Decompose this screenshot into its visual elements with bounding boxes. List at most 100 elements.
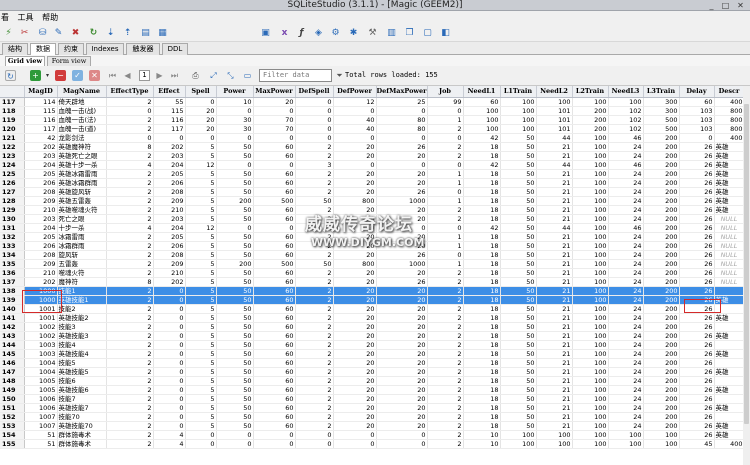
table-cell[interactable]: 500 bbox=[253, 196, 296, 206]
table-row[interactable]: 134 208 旋风斩 2 208 5 50 60 2 20 26 0 18 50 21 100 24 200 26… bbox=[0, 250, 750, 260]
table-cell[interactable]: 100 bbox=[500, 106, 537, 116]
table-cell[interactable]: 英雄 bbox=[714, 142, 745, 152]
table-cell[interactable]: 100 bbox=[572, 304, 609, 314]
table-cell[interactable]: 5 bbox=[185, 286, 217, 296]
table-cell[interactable]: 50 bbox=[500, 304, 537, 314]
table-cell[interactable]: 1 bbox=[427, 178, 464, 188]
column-header[interactable]: L3Train bbox=[643, 86, 680, 98]
table-cell[interactable]: 1 bbox=[427, 196, 464, 206]
table-cell[interactable]: 51 bbox=[24, 439, 58, 449]
table-cell[interactable]: 26 bbox=[679, 340, 715, 350]
row-number-cell[interactable]: 143 bbox=[0, 331, 25, 341]
table-cell[interactable]: 4 bbox=[106, 160, 154, 170]
table-cell[interactable]: 100 bbox=[572, 142, 609, 152]
tab-ddl[interactable]: DDL bbox=[162, 43, 188, 55]
column-header[interactable]: MagID bbox=[24, 86, 58, 98]
table-cell[interactable]: 205 bbox=[153, 169, 186, 179]
table-cell[interactable]: 18 bbox=[463, 250, 501, 260]
table-cell[interactable]: 12 bbox=[185, 223, 217, 233]
table-cell[interactable]: 100 bbox=[572, 385, 609, 395]
table-cell[interactable]: 英雄 bbox=[714, 331, 745, 341]
table-cell[interactable]: 2 bbox=[427, 358, 464, 368]
table-cell[interactable]: 60 bbox=[253, 286, 296, 296]
table-cell[interactable]: 204 bbox=[24, 223, 58, 233]
table-cell[interactable]: 60 bbox=[253, 241, 296, 251]
filter-mode-icon[interactable]: ⤡ bbox=[225, 70, 236, 81]
table-cell[interactable]: 26 bbox=[679, 358, 715, 368]
table-cell[interactable]: 26 bbox=[679, 313, 715, 323]
table-cell[interactable]: 0 bbox=[333, 106, 377, 116]
table-cell[interactable]: 2 bbox=[106, 295, 154, 305]
table-cell[interactable]: 100 bbox=[572, 403, 609, 413]
table-cell[interactable]: 0 bbox=[333, 160, 377, 170]
table-cell[interactable]: 50 bbox=[500, 268, 537, 278]
table-cell[interactable]: 2 bbox=[106, 178, 154, 188]
table-cell[interactable]: 24 bbox=[608, 358, 644, 368]
table-cell[interactable]: 0 bbox=[333, 439, 377, 449]
table-cell[interactable]: 208 bbox=[153, 187, 186, 197]
table-cell[interactable]: 8 bbox=[106, 277, 154, 287]
table-cell[interactable]: 5 bbox=[185, 277, 217, 287]
table-cell[interactable]: 21 bbox=[536, 151, 573, 161]
table-cell[interactable]: 18 bbox=[463, 421, 501, 431]
table-cell[interactable]: 200 bbox=[643, 322, 680, 332]
table-cell[interactable]: 20 bbox=[376, 394, 428, 404]
table-cell[interactable]: 26 bbox=[679, 151, 715, 161]
table-cell[interactable]: 4 bbox=[106, 223, 154, 233]
table-cell[interactable]: 100 bbox=[572, 151, 609, 161]
last-page-icon[interactable]: ⏭ bbox=[169, 70, 180, 81]
table-cell[interactable]: 24 bbox=[608, 385, 644, 395]
table-cell[interactable]: 21 bbox=[536, 340, 573, 350]
table-cell[interactable]: 50 bbox=[500, 385, 537, 395]
table-cell[interactable]: 30 bbox=[216, 115, 254, 125]
table-cell[interactable]: 100 bbox=[572, 439, 609, 449]
table-cell[interactable]: 200 bbox=[643, 205, 680, 215]
table-cell[interactable]: 2 bbox=[106, 115, 154, 125]
table-cell[interactable]: 1003 bbox=[24, 340, 58, 350]
table-cell[interactable]: 24 bbox=[608, 169, 644, 179]
table-cell[interactable]: 20 bbox=[376, 169, 428, 179]
table-cell[interactable]: 26 bbox=[679, 169, 715, 179]
table-cell[interactable]: 60 bbox=[253, 376, 296, 386]
table-cell[interactable]: 60 bbox=[253, 304, 296, 314]
table-cell[interactable]: 20 bbox=[376, 313, 428, 323]
table-cell[interactable]: 1 bbox=[427, 232, 464, 242]
next-page-icon[interactable]: ▶ bbox=[154, 70, 165, 81]
row-number-cell[interactable]: 122 bbox=[0, 142, 25, 152]
table-cell[interactable]: 2 bbox=[106, 169, 154, 179]
table-cell[interactable]: 100 bbox=[572, 412, 609, 422]
table-cell[interactable]: 2 bbox=[106, 268, 154, 278]
table-cell[interactable]: 50 bbox=[216, 403, 254, 413]
table-cell[interactable]: 51 bbox=[24, 430, 58, 440]
row-number-cell[interactable]: 125 bbox=[0, 169, 25, 179]
table-cell[interactable]: 21 bbox=[536, 169, 573, 179]
window-cascade-icon[interactable]: ❐ bbox=[404, 28, 415, 39]
table-cell[interactable]: 100 bbox=[572, 223, 609, 233]
table-cell[interactable]: 100 bbox=[572, 259, 609, 269]
table-cell[interactable]: 50 bbox=[500, 214, 537, 224]
table-cell[interactable]: 100 bbox=[608, 97, 644, 107]
table-cell[interactable]: 200 bbox=[643, 268, 680, 278]
table-row[interactable]: 123 203 英雄死亡之眼 2 203 5 50 60 2 20 20 2 18 50 21 100 24 20… bbox=[0, 151, 750, 161]
table-cell[interactable]: 0 bbox=[253, 439, 296, 449]
row-number-cell[interactable]: 133 bbox=[0, 241, 25, 251]
row-number-cell[interactable]: 142 bbox=[0, 322, 25, 332]
column-header[interactable]: DefSpell bbox=[295, 86, 334, 98]
table-row[interactable]: 127 208 英雄旋风斩 2 208 5 50 60 2 20 26 0 18 50 21 100 24 200… bbox=[0, 187, 750, 197]
insert-row-icon[interactable]: + bbox=[30, 70, 41, 81]
table-cell[interactable]: 24 bbox=[608, 403, 644, 413]
tab-constraints[interactable]: 约束 bbox=[58, 43, 84, 55]
table-row[interactable]: 155 51 群体施毒术 2 4 0 0 0 0 0 0 2 10 100 100 100 100 100 45 40… bbox=[0, 439, 750, 449]
table-cell[interactable]: 2 bbox=[427, 151, 464, 161]
table-cell[interactable]: 技能6 bbox=[57, 376, 107, 386]
table-cell[interactable]: 206 bbox=[153, 178, 186, 188]
table-cell[interactable]: 5 bbox=[185, 412, 217, 422]
table-cell[interactable]: 2 bbox=[427, 331, 464, 341]
table-cell[interactable]: 20 bbox=[185, 115, 217, 125]
table-cell[interactable]: 204 bbox=[153, 160, 186, 170]
table-cell[interactable]: 5 bbox=[185, 349, 217, 359]
table-cell[interactable]: 2 bbox=[106, 376, 154, 386]
table-cell[interactable]: 100 bbox=[572, 394, 609, 404]
table-cell[interactable]: 21 bbox=[536, 286, 573, 296]
table-cell[interactable]: 20 bbox=[333, 286, 377, 296]
